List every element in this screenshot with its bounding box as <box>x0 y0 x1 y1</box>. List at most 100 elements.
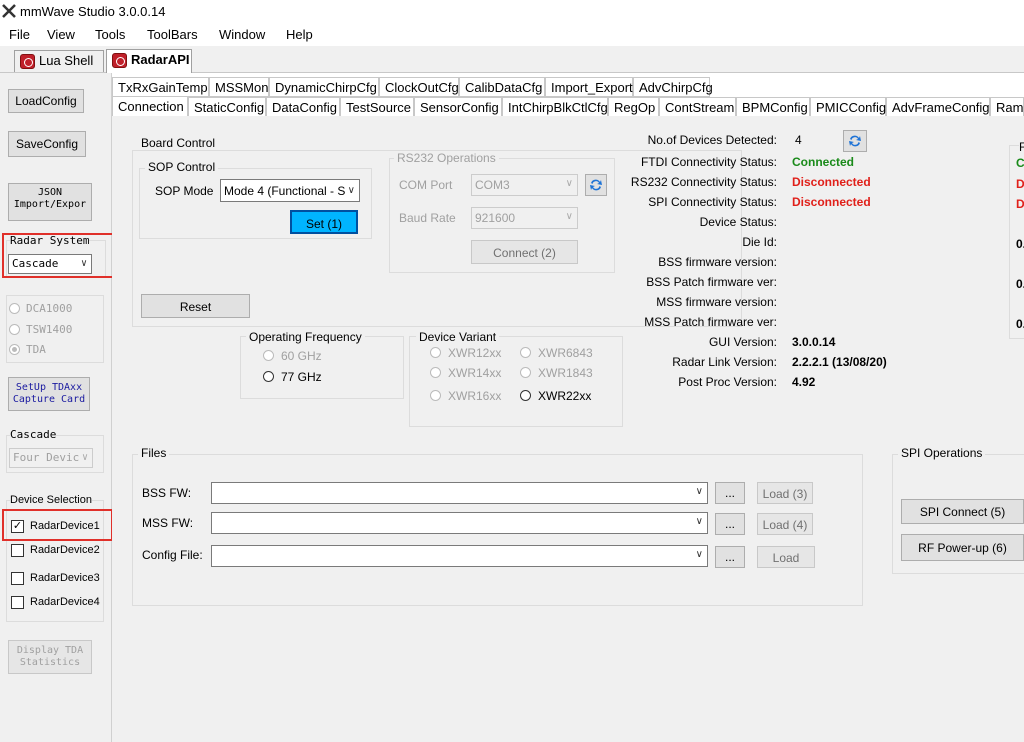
radio-xwr22xx-label: XWR22xx <box>538 389 592 403</box>
radio-xwr16xx[interactable] <box>430 390 441 401</box>
tab-testsource[interactable]: TestSource <box>340 97 414 117</box>
radio-xwr12xx[interactable] <box>430 347 441 358</box>
checkbox-radardevice2[interactable] <box>11 544 24 557</box>
status-label-bss-patch: BSS Patch firmware ver: <box>646 275 777 289</box>
tab-radarapi-label: RadarAPI <box>131 52 190 67</box>
bss-fw-input[interactable]: ∨ <box>211 482 708 504</box>
tab-advframeconfig[interactable]: AdvFrameConfig <box>886 97 990 117</box>
radio-xwr22xx[interactable] <box>520 390 531 401</box>
tab-dynamicchirpcfg[interactable]: DynamicChirpCfg <box>269 77 379 97</box>
refresh-icon <box>849 135 861 147</box>
chevron-down-icon: ∨ <box>565 211 573 222</box>
tab-intchirpblkctlcfg[interactable]: IntChirpBlkCtlCfg <box>502 97 608 117</box>
load-config-file-button[interactable]: Load <box>757 546 815 568</box>
tab-bpmconfig[interactable]: BPMConfig <box>736 97 810 117</box>
load-mss-button[interactable]: Load (4) <box>757 513 813 535</box>
reset-button[interactable]: Reset <box>141 294 250 318</box>
clipped-right-val2: 0. <box>1016 277 1024 291</box>
tab-ram[interactable]: Ram <box>990 97 1024 117</box>
baud-rate-value: 921600 <box>475 211 516 225</box>
radarapi-icon <box>112 53 127 68</box>
chevron-down-icon: ∨ <box>81 452 88 463</box>
tab-dataconfig[interactable]: DataConfig <box>266 97 340 117</box>
tab-staticconfig[interactable]: StaticConfig <box>188 97 266 117</box>
radio-xwr1843[interactable] <box>520 367 531 378</box>
clipped-right-rs232: D <box>1016 177 1024 191</box>
tab-mssmon[interactable]: MSSMon <box>209 77 269 97</box>
document-tab-strip: Lua Shell RadarAPI <box>0 46 1024 73</box>
checkbox-radardevice3[interactable] <box>11 572 24 585</box>
tab-lua-shell[interactable]: Lua Shell <box>14 50 104 72</box>
radio-xwr14xx[interactable] <box>430 367 441 378</box>
tab-radarapi[interactable]: RadarAPI <box>106 49 192 73</box>
tab-txrxgaintemp[interactable]: TxRxGainTemp <box>112 77 209 97</box>
tab-contstream[interactable]: ContStream <box>659 97 736 117</box>
tab-import-export[interactable]: Import_Export <box>545 77 633 97</box>
cascade-select[interactable]: Four Devic ∨ <box>9 448 93 468</box>
display-tda-statistics-button[interactable]: Display TDA Statistics <box>8 640 92 674</box>
status-value-radar-link: 2.2.2.1 (13/08/20) <box>792 355 887 369</box>
sop-control-title: SOP Control <box>145 160 219 174</box>
com-port-select[interactable]: COM3 ∨ <box>471 174 578 196</box>
radio-xwr16xx-label: XWR16xx <box>448 389 502 403</box>
clipped-right-val3: 0. <box>1016 317 1024 331</box>
baud-rate-label: Baud Rate <box>399 211 456 225</box>
status-label-ftdi: FTDI Connectivity Status: <box>640 155 777 169</box>
radio-dca1000[interactable] <box>9 303 20 314</box>
menu-file[interactable]: File <box>9 27 30 42</box>
display-tda-line1: Display TDA <box>16 645 84 656</box>
radio-77ghz[interactable] <box>263 371 274 382</box>
tab-clockoutcfg[interactable]: ClockOutCfg <box>379 77 459 97</box>
tab-sensorconfig[interactable]: SensorConfig <box>414 97 502 117</box>
status-label-mss-fw: MSS firmware version: <box>656 295 777 309</box>
radio-dca1000-label: DCA1000 <box>26 302 73 315</box>
tab-advchirpcfg[interactable]: AdvChirpCfg <box>633 77 713 97</box>
tab-calibdatacfg[interactable]: CalibDataCfg <box>459 77 545 97</box>
tab-connection[interactable]: Connection <box>112 96 188 117</box>
clipped-right-spi: D <box>1016 197 1024 211</box>
save-config-button[interactable]: SaveConfig <box>8 131 86 157</box>
sop-mode-label: SOP Mode <box>155 184 214 198</box>
menu-help[interactable]: Help <box>286 27 313 42</box>
spi-connect-button[interactable]: SPI Connect (5) <box>901 499 1024 524</box>
browse-bss-button[interactable]: ... <box>715 482 745 504</box>
browse-mss-button[interactable]: ... <box>715 513 745 535</box>
status-label-device: Device Status: <box>699 215 777 229</box>
radio-60ghz-label: 60 GHz <box>281 349 322 363</box>
menu-view[interactable]: View <box>47 27 75 42</box>
sop-mode-select[interactable]: Mode 4 (Functional - S ∨ <box>220 179 360 202</box>
config-file-input[interactable]: ∨ <box>211 545 708 567</box>
mss-fw-input[interactable]: ∨ <box>211 512 708 534</box>
clipped-right-title: F <box>1019 140 1024 154</box>
browse-config-button[interactable]: ... <box>715 546 745 568</box>
radio-tda[interactable] <box>9 344 20 355</box>
chevron-down-icon: ∨ <box>565 178 573 189</box>
menu-tools[interactable]: Tools <box>95 27 125 42</box>
devices-detected-label: No.of Devices Detected: <box>647 133 777 147</box>
setup-tda-line1: SetUp TDAxx <box>15 382 83 393</box>
setup-tda-line2: Capture Card <box>12 394 86 405</box>
tab-pmicconfig[interactable]: PMICConfig <box>810 97 886 117</box>
radio-60ghz[interactable] <box>263 350 274 361</box>
device-selection-label: Device Selection <box>10 494 92 506</box>
load-bss-button[interactable]: Load (3) <box>757 482 813 504</box>
lua-shell-icon <box>20 54 35 69</box>
radio-xwr6843[interactable] <box>520 347 531 358</box>
set-sop-button[interactable]: Set (1) <box>290 210 358 234</box>
rs232-title: RS232 Operations <box>394 151 499 165</box>
json-import-export-button[interactable]: JSON Import/Expor <box>8 183 92 221</box>
menu-window[interactable]: Window <box>219 27 265 42</box>
rf-power-up-button[interactable]: RF Power-up (6) <box>901 534 1024 561</box>
setup-tda-capture-button[interactable]: SetUp TDAxx Capture Card <box>8 377 90 411</box>
device-variant-title: Device Variant <box>416 330 500 344</box>
load-config-button[interactable]: LoadConfig <box>8 89 84 113</box>
menu-toolbars[interactable]: ToolBars <box>147 27 198 42</box>
status-value-gui-version: 3.0.0.14 <box>792 335 836 349</box>
tab-regop[interactable]: RegOp <box>608 97 659 117</box>
connect-button[interactable]: Connect (2) <box>471 240 578 264</box>
checkbox-radardevice4[interactable] <box>11 596 24 609</box>
status-value-post-proc: 4.92 <box>792 375 816 389</box>
radio-tsw1400[interactable] <box>9 324 20 335</box>
baud-rate-select[interactable]: 921600 ∨ <box>471 207 578 229</box>
refresh-devices-button[interactable] <box>843 130 867 152</box>
